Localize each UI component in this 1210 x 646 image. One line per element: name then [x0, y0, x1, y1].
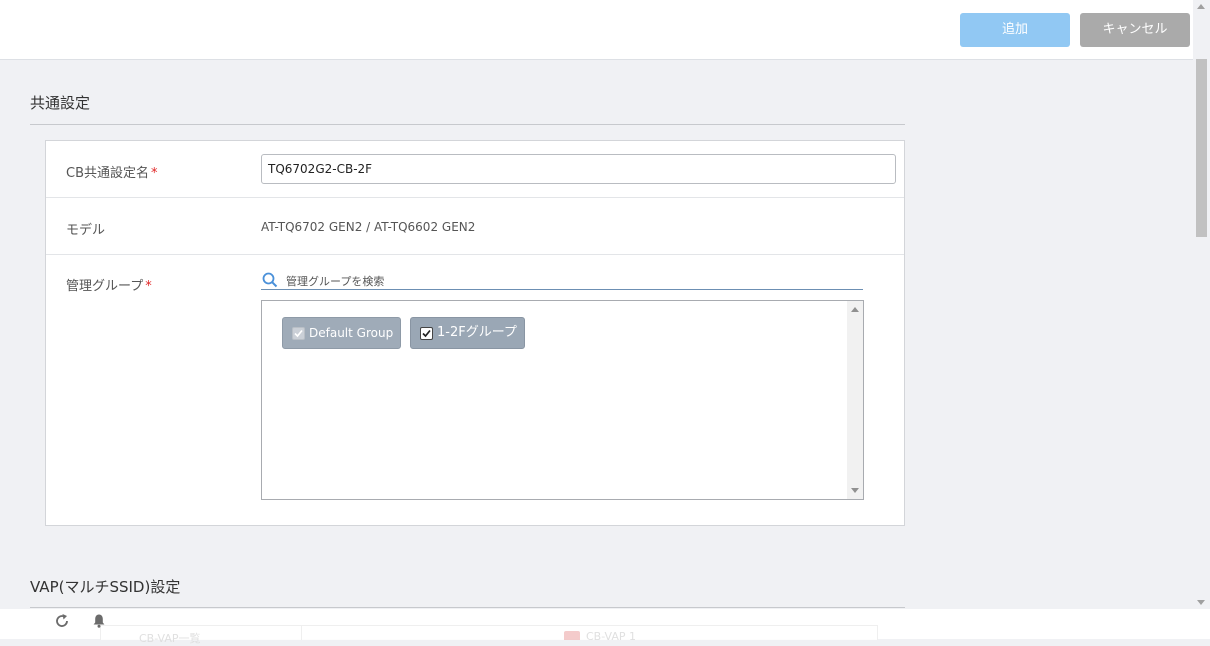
- group-search-field[interactable]: 管理グループを検索: [261, 272, 863, 290]
- common-settings-panel: CB共通設定名 * TQ6702G2-CB-2F モデル AT-TQ6702 GE…: [45, 140, 905, 526]
- tab-divider: [301, 626, 302, 640]
- check-icon: [422, 329, 431, 338]
- group-list-box: Default Group 1-2Fグループ: [261, 300, 864, 500]
- top-action-bar: 追加 キャンセル: [0, 0, 1210, 60]
- vap-tabs: CB-VAP一覧 CB-VAP 1: [100, 625, 878, 645]
- group-chip-1-2f[interactable]: 1-2Fグループ: [410, 317, 525, 349]
- group-list-scrollbar[interactable]: [847, 301, 863, 499]
- tab-vap-list[interactable]: CB-VAP一覧: [139, 630, 201, 646]
- section-divider: [30, 124, 905, 125]
- cb-name-label: CB共通設定名 *: [66, 162, 158, 181]
- page-scrollbar[interactable]: [1193, 0, 1210, 609]
- scroll-down-arrow-icon[interactable]: [851, 488, 859, 493]
- cb-name-label-text: CB共通設定名: [66, 166, 149, 181]
- check-icon: [294, 329, 303, 338]
- row-divider: [46, 197, 904, 198]
- bell-icon[interactable]: [91, 613, 107, 629]
- cancel-button[interactable]: キャンセル: [1080, 13, 1190, 47]
- checkbox-disabled: [292, 327, 305, 340]
- common-settings-title: 共通設定: [30, 94, 91, 112]
- section-divider: [30, 607, 905, 608]
- vap-settings-title: VAP(マルチSSID)設定: [30, 578, 181, 596]
- model-label: モデル: [66, 223, 106, 238]
- group-chip-default: Default Group: [282, 317, 401, 349]
- add-button[interactable]: 追加: [960, 13, 1070, 47]
- cb-name-input[interactable]: TQ6702G2-CB-2F: [261, 154, 896, 184]
- tab-vap-1[interactable]: CB-VAP 1: [586, 630, 636, 643]
- group-chip-label: 1-2Fグループ: [437, 325, 517, 340]
- scroll-up-arrow-icon[interactable]: [1197, 4, 1205, 9]
- scroll-up-arrow-icon[interactable]: [851, 307, 859, 312]
- scroll-thumb[interactable]: [1196, 59, 1207, 237]
- scroll-down-arrow-icon[interactable]: [1197, 600, 1205, 605]
- row-divider: [46, 254, 904, 255]
- group-checkbox[interactable]: [420, 327, 433, 340]
- group-label-text: 管理グループ: [66, 279, 144, 294]
- group-chip-label: Default Group: [309, 326, 394, 340]
- group-label: 管理グループ *: [66, 275, 152, 294]
- search-icon: [262, 272, 278, 288]
- required-mark: *: [151, 166, 158, 181]
- group-search-placeholder: 管理グループを検索: [286, 275, 385, 288]
- required-mark: *: [145, 279, 152, 294]
- model-value: AT-TQ6702 GEN2 / AT-TQ6602 GEN2: [261, 220, 476, 234]
- refresh-icon[interactable]: [54, 613, 70, 629]
